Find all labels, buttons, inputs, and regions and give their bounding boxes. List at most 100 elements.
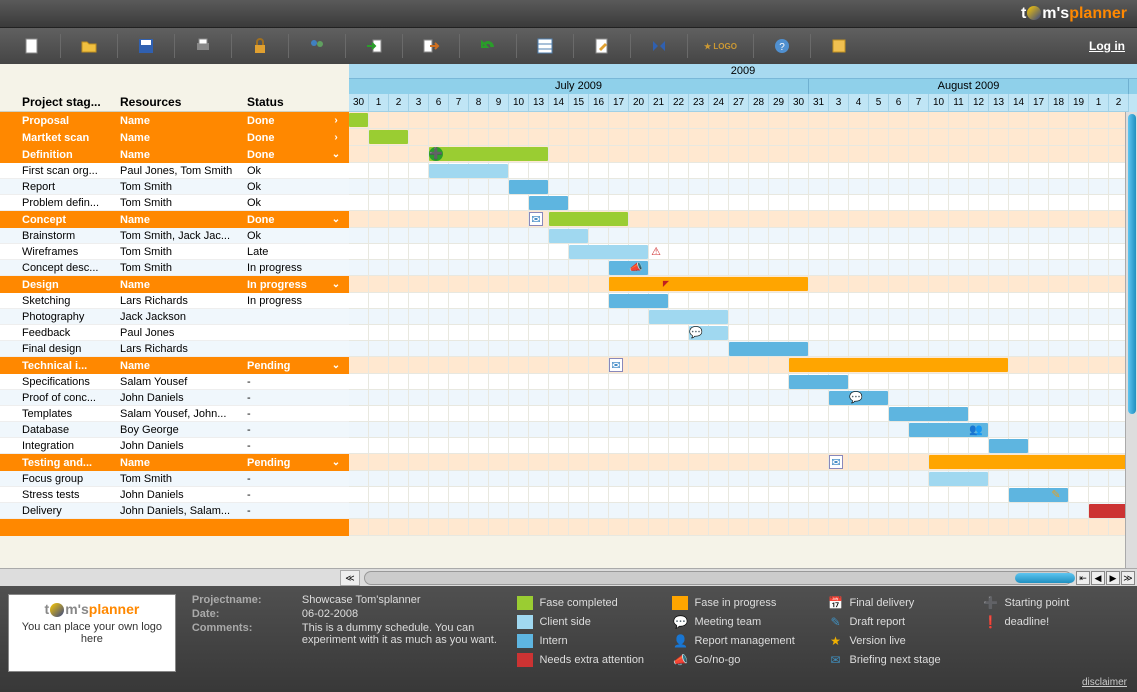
day-cell[interactable]: 23 [689, 94, 709, 112]
gantt-marker-icon[interactable]: 💬 [849, 391, 863, 405]
day-cell[interactable]: 30 [349, 94, 369, 112]
export-icon[interactable] [419, 34, 443, 58]
scroll-first-icon[interactable]: ⇤ [1076, 571, 1090, 585]
gantt-bar[interactable] [609, 277, 808, 291]
gantt-marker-icon[interactable]: ✉ [609, 358, 623, 372]
phase-row[interactable] [0, 519, 349, 536]
col-status[interactable]: Status [247, 95, 347, 109]
task-row[interactable]: Final designLars Richards [0, 341, 349, 357]
phase-row[interactable]: ProposalNameDone› [0, 112, 349, 129]
gantt-marker-icon[interactable]: ➕ [429, 147, 443, 161]
gantt-row[interactable] [349, 163, 1137, 179]
disclaimer-link[interactable]: disclaimer [1082, 677, 1127, 688]
task-row[interactable]: FeedbackPaul Jones [0, 325, 349, 341]
gantt-row[interactable] [349, 374, 1137, 390]
gantt-row[interactable] [349, 293, 1137, 309]
gantt-bar[interactable] [429, 147, 548, 161]
undo-icon[interactable] [476, 34, 500, 58]
task-row[interactable]: First scan org...Paul Jones, Tom SmithOk [0, 163, 349, 179]
gantt-row[interactable] [349, 112, 1137, 129]
day-cell[interactable]: 6 [429, 94, 449, 112]
day-cell[interactable]: 30 [789, 94, 809, 112]
day-cell[interactable]: 12 [969, 94, 989, 112]
gantt-bar[interactable] [369, 130, 408, 144]
day-cell[interactable]: 1 [369, 94, 389, 112]
gantt-row[interactable]: ⚠ [349, 244, 1137, 260]
gantt-row[interactable] [349, 309, 1137, 325]
new-file-icon[interactable] [20, 34, 44, 58]
save-icon[interactable] [134, 34, 158, 58]
gantt-marker-icon[interactable]: ⚠ [649, 245, 663, 259]
gantt-row[interactable] [349, 519, 1137, 536]
day-cell[interactable]: 10 [929, 94, 949, 112]
scroll-right-icon[interactable]: ▶ [1106, 571, 1120, 585]
gantt-marker-icon[interactable]: 👥 [969, 423, 983, 437]
gantt-row[interactable] [349, 471, 1137, 487]
scroll-jump-left[interactable]: ≪ [340, 570, 360, 586]
day-cell[interactable]: 10 [509, 94, 529, 112]
gantt-bar[interactable] [889, 407, 968, 421]
gantt-marker-icon[interactable]: 📣 [629, 261, 643, 275]
mirror-icon[interactable] [647, 34, 671, 58]
scroll-thumb[interactable] [1015, 573, 1075, 583]
day-cell[interactable]: 27 [729, 94, 749, 112]
gantt-row[interactable]: ◤ [349, 276, 1137, 293]
lock-icon[interactable] [248, 34, 272, 58]
gantt-bar[interactable] [349, 113, 368, 127]
task-row[interactable]: Stress testsJohn Daniels- [0, 487, 349, 503]
day-cell[interactable]: 17 [609, 94, 629, 112]
gantt-row[interactable]: 💬 [349, 390, 1137, 406]
day-cell[interactable]: 21 [649, 94, 669, 112]
task-row[interactable]: IntegrationJohn Daniels- [0, 438, 349, 454]
day-cell[interactable]: 3 [409, 94, 429, 112]
day-cell[interactable]: 22 [669, 94, 689, 112]
day-cell[interactable]: 14 [1009, 94, 1029, 112]
day-cell[interactable]: 3 [829, 94, 849, 112]
gantt-row[interactable]: ✉ [349, 454, 1137, 471]
gantt-row[interactable]: 💬 [349, 325, 1137, 341]
gantt-row[interactable] [349, 195, 1137, 211]
gantt-bar[interactable] [989, 439, 1028, 453]
expand-caret-icon[interactable]: › [327, 115, 345, 126]
day-cell[interactable]: 2 [1109, 94, 1129, 112]
phase-row[interactable]: ConceptNameDone⌄ [0, 211, 349, 228]
day-cell[interactable]: 9 [489, 94, 509, 112]
day-cell[interactable]: 24 [709, 94, 729, 112]
print-icon[interactable] [191, 34, 215, 58]
gantt-marker-icon[interactable]: ✉ [529, 212, 543, 226]
logo-button[interactable]: ★ LOGO [704, 34, 737, 58]
gantt-row[interactable] [349, 503, 1137, 519]
day-cell[interactable]: 7 [909, 94, 929, 112]
task-row[interactable]: TemplatesSalam Yousef, John...- [0, 406, 349, 422]
gantt-marker-icon[interactable]: 💬 [689, 326, 703, 340]
open-folder-icon[interactable] [77, 34, 101, 58]
edit-doc-icon[interactable] [590, 34, 614, 58]
task-row[interactable]: SpecificationsSalam Yousef- [0, 374, 349, 390]
day-cell[interactable]: 1 [1089, 94, 1109, 112]
task-row[interactable]: DatabaseBoy George- [0, 422, 349, 438]
day-cell[interactable]: 19 [1069, 94, 1089, 112]
day-cell[interactable]: 20 [629, 94, 649, 112]
gantt-row[interactable] [349, 179, 1137, 195]
day-cell[interactable]: 13 [989, 94, 1009, 112]
day-cell[interactable]: 17 [1029, 94, 1049, 112]
day-cell[interactable]: 7 [449, 94, 469, 112]
help-icon[interactable]: ? [770, 34, 794, 58]
day-cell[interactable]: 29 [769, 94, 789, 112]
gantt-bar[interactable] [729, 342, 808, 356]
custom-logo-box[interactable]: tm'splanner You can place your own logo … [8, 594, 176, 672]
gantt-row[interactable]: 📣 [349, 260, 1137, 276]
gantt-bar[interactable] [529, 196, 568, 210]
expand-caret-icon[interactable]: ⌄ [327, 214, 345, 225]
vertical-scrollbar[interactable] [1125, 112, 1137, 568]
task-row[interactable]: SketchingLars RichardsIn progress [0, 293, 349, 309]
task-row[interactable]: Concept desc...Tom SmithIn progress [0, 260, 349, 276]
day-cell[interactable]: 4 [849, 94, 869, 112]
day-cell[interactable]: 28 [749, 94, 769, 112]
gantt-bar[interactable] [929, 455, 1128, 469]
col-resources[interactable]: Resources [120, 95, 247, 109]
task-row[interactable]: Focus groupTom Smith- [0, 471, 349, 487]
phase-row[interactable]: Martket scanNameDone› [0, 129, 349, 146]
day-cell[interactable]: 11 [949, 94, 969, 112]
gantt-bar[interactable] [649, 310, 728, 324]
